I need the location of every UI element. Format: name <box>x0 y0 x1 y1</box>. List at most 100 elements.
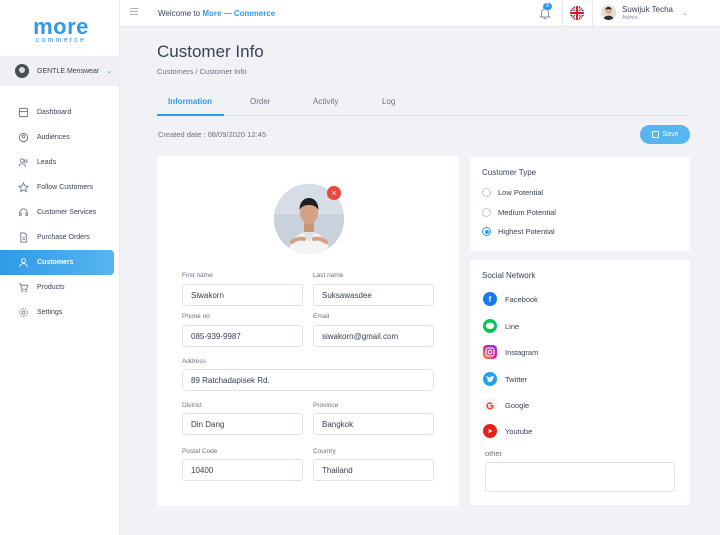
notification-badge: 9 <box>543 3 552 10</box>
tab-activity[interactable]: Activity <box>313 97 338 106</box>
radio-button-selected[interactable] <box>482 227 491 236</box>
postal-code-field[interactable]: 10400 <box>182 459 303 481</box>
district-field[interactable]: Din Dang <box>182 413 303 435</box>
social-line[interactable]: Line <box>483 319 519 333</box>
email-label: Email <box>313 313 330 320</box>
leads-icon <box>18 157 29 168</box>
radio-label: Medium Potential <box>498 208 556 217</box>
sidebar-item-audiences[interactable]: Audiences <box>0 125 120 150</box>
user-icon <box>18 257 29 268</box>
active-tab-indicator <box>157 114 224 116</box>
radio-label: Low Potential <box>498 188 544 197</box>
phone-field[interactable]: 085-939-9987 <box>182 325 303 347</box>
sidebar-item-customers[interactable]: Customers <box>0 250 114 275</box>
top-bar: Welcome to More — Commerce 9 Suwijuk Tec… <box>120 0 720 27</box>
social-label: Youtube <box>505 426 533 436</box>
welcome-brand: More — Commerce <box>202 9 276 18</box>
brand-logo[interactable]: more commerce <box>28 14 94 45</box>
last-name-field[interactable]: Suksawasdee <box>313 284 434 306</box>
shop-selector[interactable]: GENTLE Menswear ⌄ <box>0 56 120 86</box>
avatar[interactable] <box>601 5 616 20</box>
breadcrumb: Customers / Customer Info <box>157 67 247 76</box>
facebook-icon: f <box>483 292 497 306</box>
youtube-icon <box>483 424 497 438</box>
twitter-icon <box>483 372 497 386</box>
last-name-label: Last name <box>313 272 344 279</box>
social-network-title: Social Network <box>482 271 536 280</box>
document-icon <box>18 232 29 243</box>
save-button[interactable]: Save <box>640 125 690 144</box>
sidebar-item-dashboard[interactable]: Dashboard <box>0 100 120 125</box>
social-instagram[interactable]: Instagram <box>483 345 538 359</box>
sidebar-item-leads[interactable]: Leads <box>0 150 120 175</box>
sidebar-item-products[interactable]: Products <box>0 275 120 300</box>
line-icon <box>483 319 497 333</box>
sidebar-item-label: Customer Services <box>37 209 97 216</box>
welcome-prefix: Welcome to <box>158 9 201 18</box>
radio-medium-potential[interactable]: Medium Potential <box>482 208 556 217</box>
user-role: Admin <box>622 15 638 21</box>
radio-label: Highest Potential <box>498 227 555 236</box>
sidebar-item-settings[interactable]: Settings <box>0 300 120 325</box>
province-field[interactable]: Bangkok <box>313 413 434 435</box>
save-icon <box>651 131 659 138</box>
social-google[interactable]: Google <box>483 398 529 412</box>
district-label: District <box>182 402 202 409</box>
tab-order[interactable]: Order <box>250 97 270 106</box>
sidebar-item-label: Dashboard <box>37 109 72 116</box>
country-field[interactable]: Thailand <box>313 459 434 481</box>
radio-low-potential[interactable]: Low Potential <box>482 188 543 197</box>
social-label: Google <box>505 400 530 410</box>
sidebar-item-label: Audiences <box>37 134 70 141</box>
chevron-down-icon: ⌄ <box>106 68 113 75</box>
page-title: Customer Info <box>157 42 264 61</box>
sidebar-item-purchase-orders[interactable]: Purchase Orders <box>0 225 120 250</box>
other-label: other <box>485 449 503 458</box>
headset-icon <box>18 207 29 218</box>
social-youtube[interactable]: Youtube <box>483 424 532 438</box>
save-button-label: Save <box>662 131 679 138</box>
sidebar-item-follow-customers[interactable]: Follow Customers <box>0 175 120 200</box>
sidebar-item-label: Customers <box>37 259 74 266</box>
created-date: Created date : 08/09/2020 12:45 <box>158 130 267 139</box>
tab-bar: Information Order Activity Log <box>157 90 690 116</box>
remove-photo-button[interactable]: × <box>327 186 341 200</box>
star-icon <box>17 181 30 193</box>
social-label: Instagram <box>505 347 539 357</box>
phone-label: Phone no <box>182 313 210 320</box>
address-field[interactable]: 89 Ratchadapisek Rd. <box>182 369 434 391</box>
uk-flag-icon[interactable] <box>570 6 584 20</box>
radio-button[interactable] <box>482 188 491 197</box>
radio-highest-potential[interactable]: Highest Potential <box>482 227 555 236</box>
sidebar-nav: Dashboard Audiences Leads Follow Custome… <box>0 100 120 325</box>
user-name[interactable]: Suwijuk Techa <box>622 5 673 14</box>
first-name-field[interactable]: Siwakorn <box>182 284 303 306</box>
other-social-input[interactable] <box>485 462 675 492</box>
dashboard-icon <box>18 107 29 118</box>
social-label: Facebook <box>505 294 538 304</box>
divider <box>592 0 593 27</box>
tab-log[interactable]: Log <box>382 97 395 106</box>
social-label: Twitter <box>505 374 528 384</box>
shop-name: GENTLE Menswear <box>37 67 100 75</box>
gear-icon <box>18 307 29 318</box>
shop-avatar <box>15 64 29 78</box>
sidebar-item-label: Purchase Orders <box>37 234 90 241</box>
province-label: Province <box>313 402 339 409</box>
sidebar-item-customer-services[interactable]: Customer Services <box>0 200 120 225</box>
radio-button[interactable] <box>482 208 491 217</box>
postal-code-label: Postal Code <box>182 448 218 455</box>
customer-form-card: × First name Siwakorn Last name Suksawas… <box>157 156 459 506</box>
menu-toggle-icon[interactable] <box>130 8 138 16</box>
social-network-card: Social Network f Facebook Line Instagram… <box>470 260 690 505</box>
social-twitter[interactable]: Twitter <box>483 372 527 386</box>
logo-main-text: more <box>33 14 89 39</box>
tab-information[interactable]: Information <box>168 97 212 106</box>
divider <box>562 0 563 27</box>
sidebar-item-label: Follow Customers <box>37 184 94 191</box>
sidebar-item-label: Products <box>37 284 65 291</box>
social-facebook[interactable]: f Facebook <box>483 292 538 306</box>
chevron-down-icon[interactable]: ⌄ <box>682 9 688 17</box>
first-name-label: First name <box>182 272 213 279</box>
email-field[interactable]: siwakorn@gmail.com <box>313 325 434 347</box>
